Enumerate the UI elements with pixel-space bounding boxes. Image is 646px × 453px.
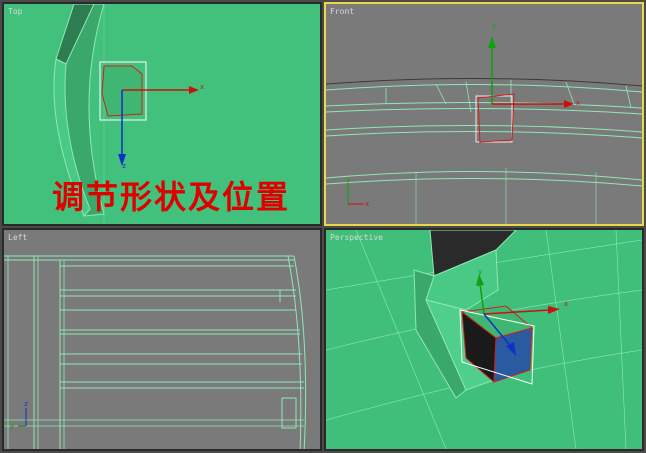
- viewport-left[interactable]: Left z y: [2, 228, 322, 451]
- viewport-label-front: Front: [330, 7, 355, 16]
- front-tripod-x-label: x: [365, 200, 370, 208]
- persp-gizmo-x-label: x: [564, 300, 569, 308]
- viewport-front[interactable]: Front y x y x: [324, 2, 644, 226]
- viewport-top[interactable]: Top x z 调节形状及位置: [2, 2, 322, 226]
- perspective-view-canvas: [326, 230, 642, 449]
- gizmo-z-label: z: [122, 162, 127, 170]
- instruction-caption: 调节形状及位置: [52, 178, 291, 216]
- left-tripod-y-label: y: [10, 422, 15, 430]
- gizmo-x-label: x: [200, 83, 205, 91]
- front-tripod-y-label: y: [346, 176, 351, 184]
- front-view-canvas: [326, 36, 642, 224]
- viewport-label-top: Top: [8, 7, 23, 16]
- front-gizmo-x-label: x: [576, 99, 581, 107]
- viewport-label-perspective: Perspective: [330, 233, 383, 242]
- viewport-label-left: Left: [8, 233, 28, 242]
- left-view-canvas: [4, 255, 307, 449]
- front-gizmo-y-label: y: [492, 22, 497, 30]
- left-tripod-z-label: z: [24, 400, 29, 408]
- viewport-perspective[interactable]: Perspective y x: [324, 228, 644, 451]
- persp-gizmo-y-label: y: [478, 268, 483, 276]
